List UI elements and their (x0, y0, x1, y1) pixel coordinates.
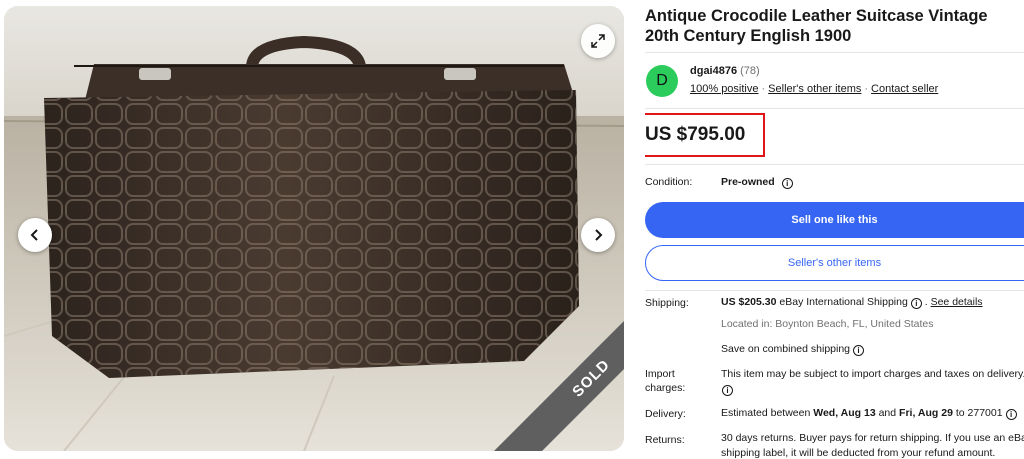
separator: · (761, 83, 766, 95)
delivery-end-date: Fri, Aug 29 (899, 407, 953, 419)
sellers-other-items-button[interactable]: Seller's other items (645, 245, 1024, 281)
seller-name-link[interactable]: dgai4876 (690, 65, 737, 77)
condition-value-row: Pre-owned i (721, 175, 793, 190)
chevron-right-icon (595, 229, 603, 241)
expand-image-button[interactable] (581, 24, 615, 58)
listing-title: Antique Crocodile Leather Suitcase Vinta… (645, 7, 988, 45)
import-charges-row: This item may be subject to import charg… (721, 367, 1024, 397)
delivery-start-date: Wed, Aug 13 (813, 407, 876, 419)
returns-label: Returns: (645, 434, 685, 446)
delivery-row: Estimated between Wed, Aug 13 and Fri, A… (721, 406, 1017, 421)
next-image-button[interactable] (581, 218, 615, 252)
delivery-label: Delivery: (645, 408, 686, 420)
returns-line2: shipping label, it will be deducted from… (721, 447, 996, 459)
condition-label: Condition: (645, 176, 693, 188)
import-label-line2: charges: (645, 382, 686, 394)
delivery-prefix: Estimated between (721, 407, 811, 419)
sell-one-like-this-button[interactable]: Sell one like this (645, 202, 1024, 238)
combined-shipping-text: Save on combined shipping (721, 343, 851, 355)
import-charges-text: This item may be subject to import charg… (721, 368, 1024, 380)
import-charges-label: Import charges: (645, 367, 685, 395)
seller-feedback-count: (78) (740, 65, 760, 77)
shipping-method: eBay International Shipping (779, 296, 908, 308)
info-icon[interactable]: i (910, 298, 922, 309)
listing-details-panel: Antique Crocodile Leather Suitcase Vinta… (645, 0, 1024, 459)
shipping-cost: US $205.30 (721, 296, 777, 308)
delivery-and: and (878, 407, 897, 419)
divider (645, 108, 1024, 109)
seller-avatar[interactable]: D (646, 65, 678, 97)
seller-positive-link[interactable]: 100% positive (690, 83, 759, 95)
see-details-link[interactable]: See details (931, 296, 983, 308)
shipping-label: Shipping: (645, 297, 689, 309)
image-gallery[interactable]: SOLD (4, 6, 624, 451)
price-highlight-box: US $795.00 (645, 113, 765, 157)
chevron-left-icon (30, 229, 38, 241)
info-icon[interactable]: i (722, 385, 733, 396)
divider (645, 164, 1024, 165)
item-price: US $795.00 (645, 124, 746, 145)
shipping-cost-row: US $205.30 eBay International Shipping i … (721, 296, 983, 309)
contact-seller-link[interactable]: Contact seller (871, 83, 938, 95)
returns-row: 30 days returns. Buyer pays for return s… (721, 431, 1024, 459)
previous-image-button[interactable] (18, 218, 52, 252)
import-label-line1: Import (645, 368, 675, 380)
expand-icon (591, 34, 605, 48)
delivery-zip: 277001 (967, 407, 1003, 419)
separator: · (864, 83, 869, 95)
seller-other-items-link[interactable]: Seller's other items (768, 83, 861, 95)
info-icon[interactable]: i (853, 345, 865, 356)
divider (645, 52, 1024, 53)
info-icon[interactable]: i (1005, 409, 1017, 420)
delivery-to: to (955, 407, 965, 419)
product-photo (4, 6, 624, 451)
combined-shipping-row: Save on combined shipping i (721, 342, 865, 357)
divider (645, 290, 1024, 291)
item-location: Located in: Boynton Beach, FL, United St… (721, 318, 934, 330)
returns-line1: 30 days returns. Buyer pays for return s… (721, 432, 1024, 444)
seller-info: D dgai4876 (78) 100% positive · Seller's ot… (645, 62, 1024, 102)
seller-name-line: dgai4876 (78) (690, 65, 760, 77)
condition-value: Pre-owned (721, 176, 775, 188)
seller-links: 100% positive · Seller's other items · Conta… (690, 83, 938, 95)
info-icon[interactable]: i (781, 178, 793, 189)
